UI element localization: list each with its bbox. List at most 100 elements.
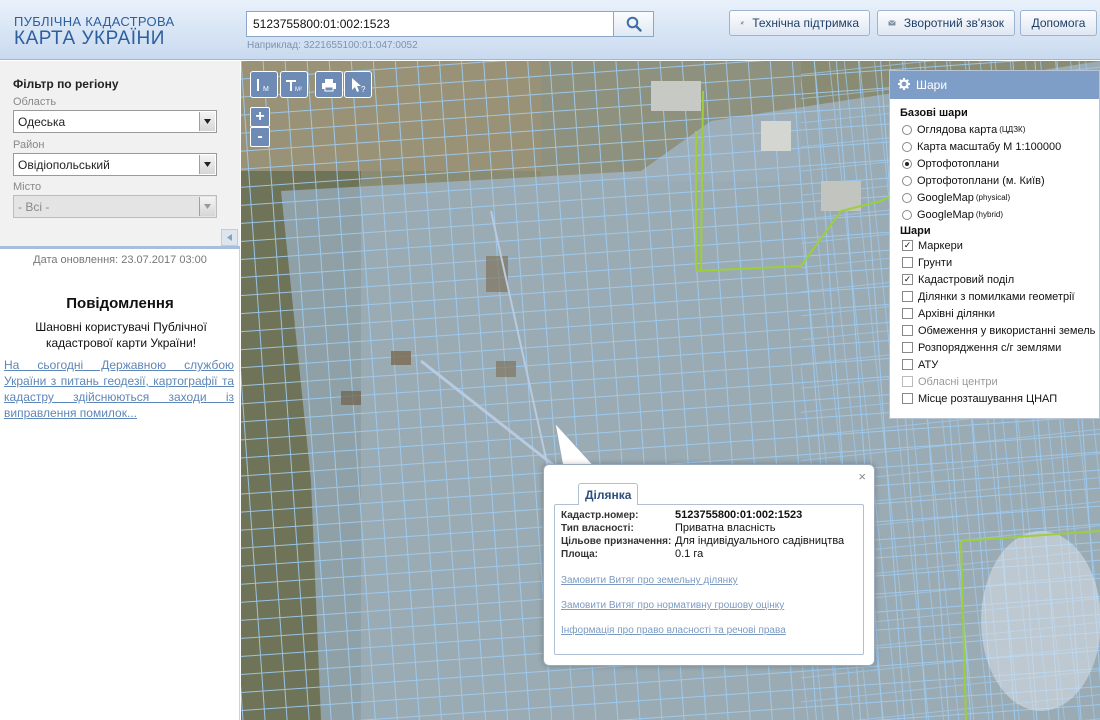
print-button[interactable]: [315, 71, 343, 98]
tab-parcel[interactable]: Ділянка: [578, 483, 639, 505]
misto-value: - Всі -: [18, 200, 50, 214]
checkbox-disabled: [902, 376, 913, 387]
overlay-layers-list: ✓ Маркери Грунти ✓ Кадастровий поділ Ділян…: [890, 237, 1099, 407]
checkbox-checked[interactable]: ✓: [902, 274, 913, 285]
base-layer-sup: (ЦДЗК): [999, 125, 1026, 134]
radio-button[interactable]: [902, 141, 912, 152]
feedback-button[interactable]: Зворотний зв'язок: [877, 10, 1015, 36]
overlay-layer-label: Кадастровий поділ: [918, 273, 1015, 286]
search-icon: [626, 16, 642, 32]
overlay-layer-label: Обмеження у використанні земель: [918, 324, 1096, 337]
base-layer-label: GoogleMap: [917, 191, 974, 204]
overlay-layers-title: Шари: [900, 225, 931, 237]
logo-line1[interactable]: ПУБЛІЧНА КАДАСТРОВА: [14, 14, 174, 29]
search-hint: Наприклад: 3221655100:01:047:0052: [247, 40, 418, 51]
layers-header[interactable]: Шари: [890, 71, 1099, 99]
map-view[interactable]: M M² ? + - Шари Базові шари Оглядова кар…: [241, 61, 1100, 720]
gear-icon: [898, 77, 910, 93]
support-button[interactable]: Технічна підтримка: [729, 10, 870, 36]
printer-icon: [322, 78, 336, 91]
notice-link[interactable]: На сьогодні Державною службою України з …: [4, 357, 234, 421]
ownership-info-link[interactable]: Інформація про право власності та речові…: [561, 625, 786, 636]
zoom-out-button[interactable]: -: [250, 127, 270, 147]
misto-select[interactable]: - Всі -: [13, 195, 217, 218]
radio-button[interactable]: [902, 175, 912, 186]
raion-select[interactable]: Овідіопольський: [13, 153, 217, 176]
zoom-in-button[interactable]: +: [250, 107, 270, 127]
radio-button[interactable]: [902, 158, 912, 169]
checkbox[interactable]: [902, 291, 913, 302]
checkbox[interactable]: [902, 393, 913, 404]
checkbox[interactable]: [902, 342, 913, 353]
overlay-layer-checkbox[interactable]: Грунти: [902, 254, 1099, 271]
radio-button[interactable]: [902, 209, 912, 220]
chevron-down-icon: [199, 112, 215, 131]
radio-button[interactable]: [902, 192, 912, 203]
field-value-cadastral-number: 5123755800:01:002:1523: [675, 509, 803, 521]
radio-button[interactable]: [902, 124, 912, 135]
search-input[interactable]: [246, 11, 614, 37]
layers-panel: Шари Базові шари Оглядова карта (ЦДЗК) Ка…: [889, 70, 1100, 419]
svg-text:?: ?: [361, 85, 366, 93]
order-extract-parcel-link[interactable]: Замовити Витяг про земельну ділянку: [561, 575, 738, 586]
collapse-sidebar-button[interactable]: [221, 229, 238, 246]
area-icon: M²: [286, 79, 302, 93]
measure-length-button[interactable]: M: [250, 71, 278, 98]
base-layer-radio[interactable]: Ортофотоплани: [902, 155, 1099, 172]
overlay-layer-label: Місце розташування ЦНАП: [918, 392, 1058, 405]
overlay-layer-checkbox[interactable]: АТУ: [902, 356, 1099, 373]
layers-title: Шари: [916, 78, 948, 92]
base-layer-radio[interactable]: Оглядова карта (ЦДЗК): [902, 121, 1099, 138]
oblast-select[interactable]: Одеська: [13, 110, 217, 133]
identify-button[interactable]: ?: [344, 71, 372, 98]
parcel-info-popup: × Ділянка Кадастр.номер: 5123755800:01:0…: [543, 464, 875, 666]
overlay-layer-checkbox[interactable]: Архівні ділянки: [902, 305, 1099, 322]
field-label-cadastral-number: Кадастр.номер:: [561, 510, 639, 521]
help-label: Допомога: [1031, 16, 1086, 30]
overlay-layer-label: Грунти: [918, 256, 953, 269]
popup-pointer: [554, 423, 597, 468]
checkbox[interactable]: [902, 308, 913, 319]
overlay-layer-checkbox[interactable]: ✓ Кадастровий поділ: [902, 271, 1099, 288]
order-extract-valuation-link[interactable]: Замовити Витяг про нормативну грошову оц…: [561, 600, 784, 611]
help-button[interactable]: Допомога: [1020, 10, 1097, 36]
checkbox-checked[interactable]: ✓: [902, 240, 913, 251]
measure-area-button[interactable]: M²: [280, 71, 308, 98]
cursor-question-icon: ?: [352, 77, 366, 93]
overlay-layer-checkbox[interactable]: Місце розташування ЦНАП: [902, 390, 1099, 407]
overlay-layer-checkbox[interactable]: Розпорядження с/г землями: [902, 339, 1099, 356]
field-value-area: 0.1 га: [675, 548, 704, 560]
overlay-layer-label: Розпорядження с/г землями: [918, 341, 1062, 354]
base-layer-label: Ортофотоплани: [917, 157, 1000, 170]
overlay-layer-checkbox: Обласні центри: [902, 373, 1099, 390]
overlay-layer-checkbox[interactable]: Ділянки з помилками геометрії: [902, 288, 1099, 305]
checkbox[interactable]: [902, 325, 913, 336]
checkbox[interactable]: [902, 257, 913, 268]
overlay-layer-label: АТУ: [918, 358, 939, 371]
close-icon[interactable]: ×: [858, 469, 866, 484]
region-filter-panel: Фільтр по регіону Область Одеська Район …: [0, 61, 240, 249]
overlay-layer-checkbox[interactable]: Обмеження у використанні земель: [902, 322, 1099, 339]
support-label: Технічна підтримка: [752, 16, 859, 30]
base-layer-radio[interactable]: GoogleMap (hybrid): [902, 206, 1099, 223]
base-layers-list: Оглядова карта (ЦДЗК) Карта масштабу М 1:…: [890, 121, 1099, 223]
search-button[interactable]: [614, 11, 654, 37]
parcel-info-body: Кадастр.номер: 5123755800:01:002:1523 Ти…: [554, 504, 864, 655]
field-label-ownership: Тип власності:: [561, 523, 634, 534]
feedback-label: Зворотний зв'язок: [903, 16, 1004, 30]
logo-line2[interactable]: КАРТА УКРАЇНИ: [14, 28, 165, 50]
base-layer-label: Оглядова карта: [917, 123, 998, 136]
notice-text: Шановні користувачі Публічної кадастрово…: [35, 320, 207, 350]
oblast-value: Одеська: [18, 115, 66, 129]
base-layer-radio[interactable]: Ортофотоплани (м. Київ): [902, 172, 1099, 189]
base-layer-radio[interactable]: Карта масштабу М 1:100000: [902, 138, 1099, 155]
overlay-layer-label: Маркери: [918, 239, 963, 252]
raion-label: Район: [13, 139, 45, 151]
overlay-layer-checkbox[interactable]: ✓ Маркери: [902, 237, 1099, 254]
base-layers-title: Базові шари: [900, 107, 968, 119]
raion-value: Овідіопольський: [18, 158, 110, 172]
checkbox[interactable]: [902, 359, 913, 370]
misto-label: Місто: [13, 181, 42, 193]
field-value-purpose: Для індивідуального садівництва: [675, 535, 845, 547]
base-layer-radio[interactable]: GoogleMap (physical): [902, 189, 1099, 206]
